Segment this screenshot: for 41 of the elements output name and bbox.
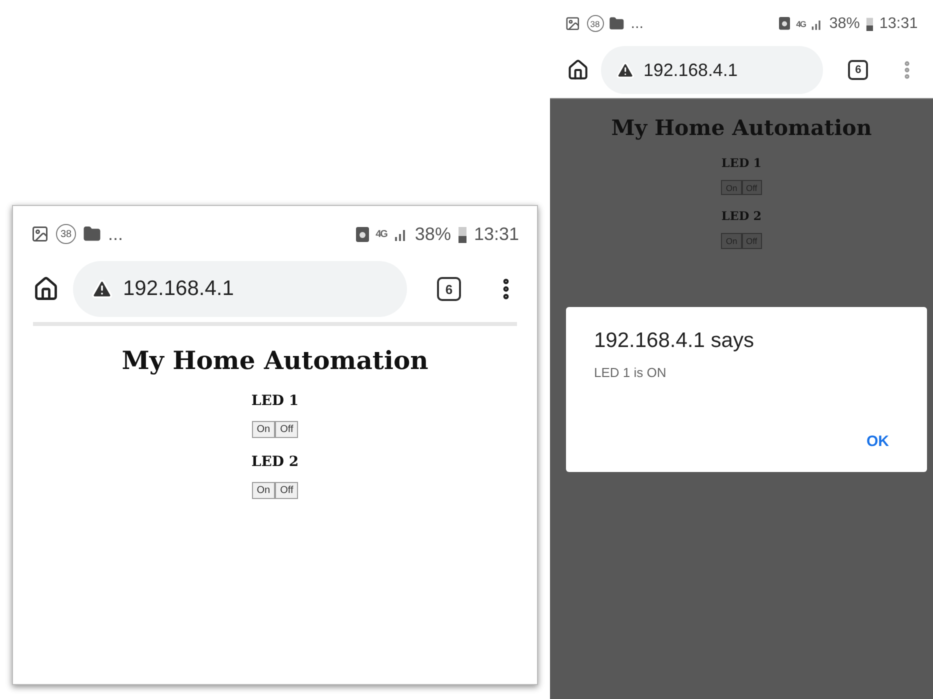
toggle-button[interactable]: On [252, 421, 276, 438]
url-text: 192.168.4.1 [123, 277, 234, 301]
more-notifications: ... [630, 14, 644, 33]
folder-icon [83, 225, 101, 243]
image-icon [565, 16, 581, 32]
url-text: 192.168.4.1 [643, 60, 738, 81]
page-title: My Home Automation [611, 116, 872, 141]
device-label: LED 2 [251, 454, 299, 470]
more-notifications: ... [108, 224, 124, 244]
battery-level: 38% [829, 14, 860, 33]
tab-count-button[interactable]: 6 [437, 277, 461, 301]
address-bar[interactable]: 192.168.4.1 [73, 261, 407, 317]
signal-icon [394, 227, 408, 241]
battery-level: 38% [414, 224, 451, 244]
image-icon [31, 225, 49, 243]
network-type: 4G [376, 228, 387, 240]
address-bar[interactable]: 192.168.4.1 [600, 46, 823, 94]
clock-time: 13:31 [879, 14, 918, 33]
page-title: My Home Automation [122, 346, 428, 375]
notification-count: 38 [56, 224, 76, 244]
dialog-message: LED 1 is ON [594, 365, 668, 382]
ok-button[interactable]: OK [846, 429, 909, 454]
battery-icon [458, 226, 467, 242]
dialog-title: 192.168.4.1 says [594, 329, 755, 353]
toggle-button[interactable]: Off [275, 482, 298, 499]
battery-icon [866, 16, 874, 32]
toggle-button[interactable]: On [252, 482, 276, 499]
home-icon[interactable] [567, 59, 590, 82]
notification-count: 38 [586, 15, 604, 32]
toggle-button[interactable]: Off [275, 421, 298, 438]
device-label: LED 1 [251, 393, 299, 409]
home-icon[interactable] [33, 276, 59, 302]
warning-icon [91, 278, 113, 300]
tab-count-button[interactable]: 6 [848, 60, 868, 80]
device-label: LED 2 [721, 209, 762, 224]
clock-time: 13:31 [474, 224, 519, 244]
device-label: LED 1 [721, 156, 762, 170]
signal-icon [811, 18, 824, 30]
network-type: 4G [796, 18, 806, 29]
warning-icon [616, 60, 635, 80]
folder-icon [609, 16, 625, 32]
